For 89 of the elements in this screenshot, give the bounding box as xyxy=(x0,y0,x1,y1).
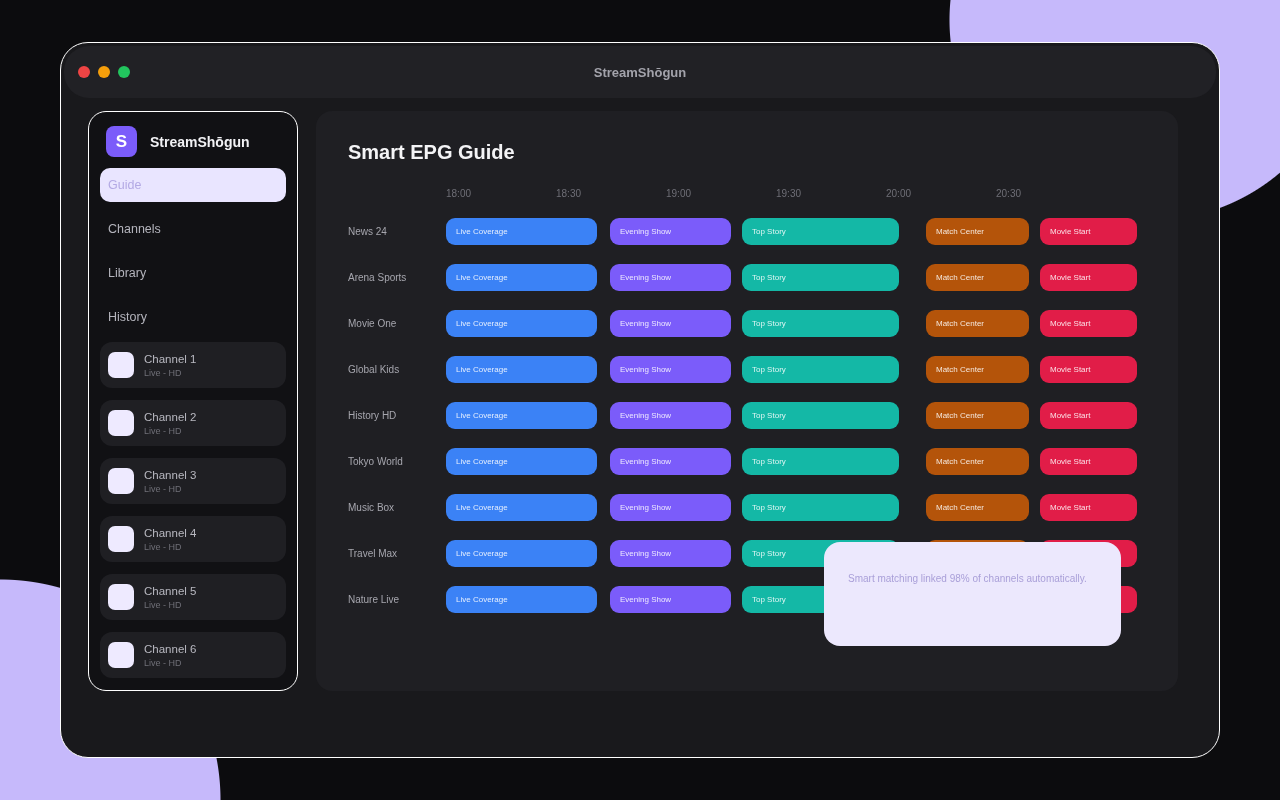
program-block[interactable]: Top Story xyxy=(742,356,899,383)
close-button[interactable] xyxy=(78,66,90,78)
channel-thumbnail xyxy=(108,526,134,552)
time-label: 18:30 xyxy=(556,188,583,200)
channel-status: Live - HD xyxy=(144,541,183,552)
program-block[interactable]: Match Center xyxy=(926,448,1029,475)
program-block[interactable]: Movie Start xyxy=(1040,264,1137,291)
channel-name: Channel 4 xyxy=(144,526,197,539)
channel-thumbnail xyxy=(108,584,134,610)
channel-card[interactable]: Channel 3 Live - HD xyxy=(100,458,286,504)
program-block[interactable]: Match Center xyxy=(926,356,1029,383)
channel-label: Movie One xyxy=(348,318,398,329)
channel-card[interactable]: Channel 1 Live - HD xyxy=(100,342,286,388)
channel-name: Channel 2 xyxy=(144,410,197,423)
channel-status: Live - HD xyxy=(144,425,183,436)
program-block[interactable]: Evening Show xyxy=(610,218,731,245)
program-block[interactable]: Evening Show xyxy=(610,264,731,291)
channel-name: Channel 6 xyxy=(144,642,197,655)
program-block[interactable]: Match Center xyxy=(926,402,1029,429)
program-block[interactable]: Top Story xyxy=(742,310,899,337)
toast-message: Smart matching linked 98% of channels automatically. xyxy=(848,573,1088,584)
program-block[interactable]: Evening Show xyxy=(610,356,731,383)
program-block[interactable]: Top Story xyxy=(742,402,899,429)
program-block[interactable]: Movie Start xyxy=(1040,218,1137,245)
program-block[interactable]: Top Story xyxy=(742,494,899,521)
channel-label: Global Kids xyxy=(348,364,401,375)
program-block[interactable]: Live Coverage xyxy=(446,264,597,291)
program-block[interactable]: Evening Show xyxy=(610,310,731,337)
nav-item[interactable]: Channels xyxy=(100,212,286,246)
channel-label: Nature Live xyxy=(348,594,401,605)
guide-title: Smart EPG Guide xyxy=(348,140,516,164)
minimize-button[interactable] xyxy=(98,66,110,78)
program-block[interactable]: Movie Start xyxy=(1040,310,1137,337)
program-block[interactable]: Match Center xyxy=(926,264,1029,291)
program-block[interactable]: Top Story xyxy=(742,264,899,291)
channel-thumbnail xyxy=(108,352,134,378)
program-block[interactable]: Live Coverage xyxy=(446,540,597,567)
program-block[interactable]: Match Center xyxy=(926,218,1029,245)
channel-label: Travel Max xyxy=(348,548,399,559)
program-block[interactable]: Live Coverage xyxy=(446,448,597,475)
channel-name: Channel 3 xyxy=(144,468,197,481)
program-block[interactable]: Match Center xyxy=(926,310,1029,337)
program-block[interactable]: Movie Start xyxy=(1040,402,1137,429)
channel-name: Channel 5 xyxy=(144,584,197,597)
channel-status: Live - HD xyxy=(144,367,183,378)
channel-status: Live - HD xyxy=(144,483,183,494)
nav-item[interactable]: Library xyxy=(100,256,286,290)
time-label: 20:30 xyxy=(996,188,1023,200)
channel-name: Channel 1 xyxy=(144,352,197,365)
program-block[interactable]: Live Coverage xyxy=(446,402,597,429)
time-label: 19:00 xyxy=(666,188,693,200)
channel-label: History HD xyxy=(348,410,398,421)
channel-label: News 24 xyxy=(348,226,388,237)
program-block[interactable]: Evening Show xyxy=(610,494,731,521)
program-block[interactable]: Match Center xyxy=(926,494,1029,521)
channel-thumbnail xyxy=(108,410,134,436)
brand-name: StreamShōgun xyxy=(150,133,250,150)
program-block[interactable]: Evening Show xyxy=(610,586,731,613)
channel-thumbnail xyxy=(108,642,134,668)
channel-card[interactable]: Channel 6 Live - HD xyxy=(100,632,286,678)
zoom-button[interactable] xyxy=(118,66,130,78)
program-block[interactable]: Top Story xyxy=(742,218,899,245)
channel-status: Live - HD xyxy=(144,657,183,668)
nav-item[interactable]: History xyxy=(100,300,286,334)
program-block[interactable]: Evening Show xyxy=(610,448,731,475)
channel-status: Live - HD xyxy=(144,599,183,610)
program-block[interactable]: Live Coverage xyxy=(446,218,597,245)
program-block[interactable]: Movie Start xyxy=(1040,448,1137,475)
channel-card[interactable]: Channel 4 Live - HD xyxy=(100,516,286,562)
time-label: 20:00 xyxy=(886,188,913,200)
window-title: StreamShōgun xyxy=(593,64,687,80)
channel-label: Tokyo World xyxy=(348,456,404,467)
program-block[interactable]: Live Coverage xyxy=(446,310,597,337)
program-block[interactable]: Evening Show xyxy=(610,402,731,429)
program-block[interactable]: Top Story xyxy=(742,448,899,475)
program-block[interactable]: Evening Show xyxy=(610,540,731,567)
channel-thumbnail xyxy=(108,468,134,494)
time-label: 19:30 xyxy=(776,188,803,200)
channel-label: Arena Sports xyxy=(348,272,408,283)
channel-card[interactable]: Channel 2 Live - HD xyxy=(100,400,286,446)
program-block[interactable]: Movie Start xyxy=(1040,356,1137,383)
time-label: 18:00 xyxy=(446,188,473,200)
program-block[interactable]: Movie Start xyxy=(1040,494,1137,521)
channel-card[interactable]: Channel 5 Live - HD xyxy=(100,574,286,620)
program-block[interactable]: Live Coverage xyxy=(446,586,597,613)
app-logo: S xyxy=(106,126,137,157)
program-block[interactable]: Live Coverage xyxy=(446,356,597,383)
program-block[interactable]: Live Coverage xyxy=(446,494,597,521)
channel-label: Music Box xyxy=(348,502,396,513)
